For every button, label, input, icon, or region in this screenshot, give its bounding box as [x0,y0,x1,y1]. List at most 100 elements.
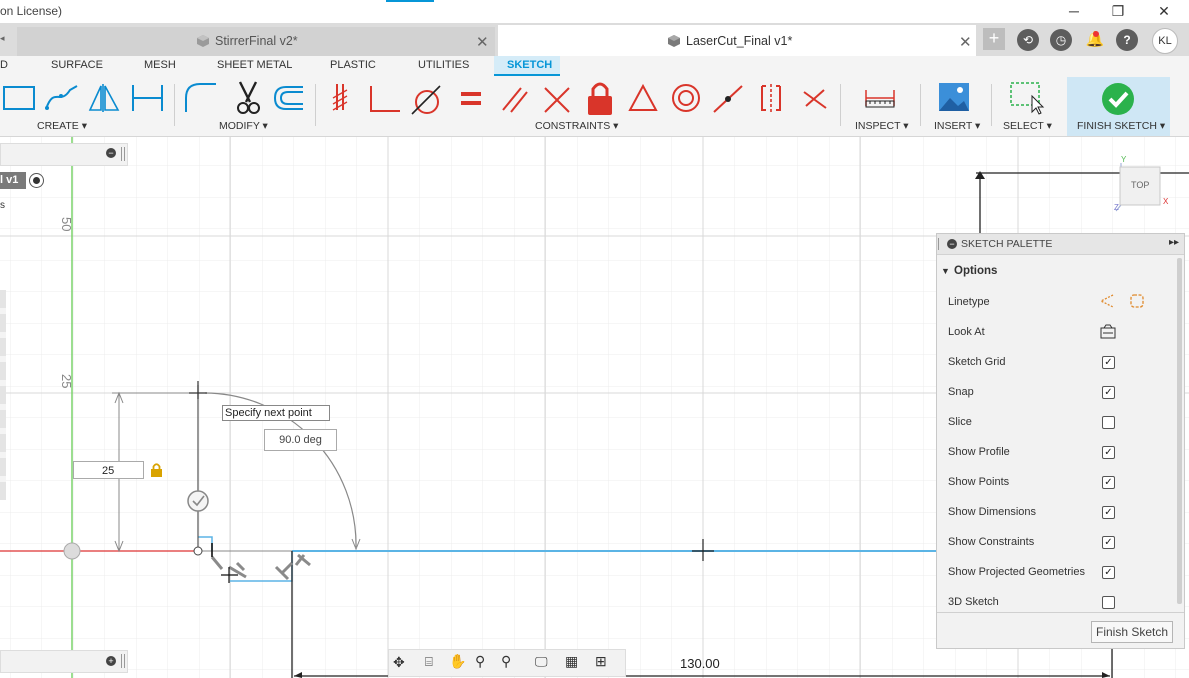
modify-menu[interactable]: MODIFY ▾ [219,120,268,132]
tab-stirrer[interactable]: StirrerFinal v2* ✕ [17,27,495,56]
show-profile-checkbox[interactable]: ✓ [1102,446,1115,459]
restore-button[interactable]: ❐ [1095,0,1141,23]
finish-sketch-menu[interactable]: FINISH SKETCH ▾ [1077,120,1165,132]
ruler-label-25: 25 [59,374,74,389]
select-window-icon[interactable] [1010,82,1045,115]
rectangle-icon[interactable] [3,86,35,110]
display-settings-icon[interactable]: 🖵 [535,654,548,670]
confirm-point-icon[interactable] [187,490,209,512]
option-slice: Slice [948,416,972,428]
tab-lasercut[interactable]: LaserCut_Final v1* ✕ [498,25,976,56]
create-menu[interactable]: CREATE ▾ [37,120,87,132]
help-icon[interactable]: ? [1116,29,1138,51]
browser-collapse-icon[interactable]: − [106,148,116,158]
mirror-icon[interactable] [88,84,120,112]
sketch-point[interactable] [193,546,203,556]
construction-linetype-icon[interactable] [1099,293,1115,309]
browser-resize-handle[interactable] [121,147,125,161]
comments-resize-handle[interactable] [121,654,125,668]
tab-lasercut-close-icon[interactable]: ✕ [959,35,972,51]
insert-image-icon[interactable] [939,83,969,111]
perpendicular-icon[interactable] [370,86,400,112]
insert-menu[interactable]: INSERT ▾ [934,120,980,132]
3d-sketch-checkbox[interactable] [1102,596,1115,609]
curvature-icon[interactable] [803,89,827,109]
tab-utilities[interactable]: UTILITIES [418,59,469,71]
angle-input[interactable]: 90.0 deg [264,429,337,451]
tab-stirrer-title: StirrerFinal v2* [197,27,298,56]
parallel-icon[interactable] [502,87,528,113]
user-avatar[interactable]: KL [1152,28,1178,54]
symmetry-icon[interactable] [761,84,781,114]
tab-stirrer-close-icon[interactable]: ✕ [476,35,489,51]
show-projected-geometries-checkbox[interactable]: ✓ [1102,566,1115,579]
viewports-icon[interactable]: ⊞ [595,653,607,670]
orbit-icon[interactable]: ✥ [393,654,405,671]
option-3d-sketch: 3D Sketch [948,596,999,608]
constraints-menu[interactable]: CONSTRAINTS ▾ [535,120,618,132]
fix-constraint-icon[interactable] [332,84,348,111]
sketch-grid-checkbox[interactable]: ✓ [1102,356,1115,369]
minimize-button[interactable]: ─ [1051,0,1097,23]
sketch-dimension-icon[interactable] [132,85,163,111]
concentric-icon[interactable] [672,84,700,112]
tab-sketch[interactable]: SKETCH [494,56,560,76]
zoom-icon[interactable]: ⚲ [475,653,485,670]
tab-plastic[interactable]: PLASTIC [330,59,376,71]
tab-scroll-left-icon[interactable]: ◂ [0,33,5,44]
viewcube-z-label: Z [1114,203,1119,212]
perpendicular-cross-icon[interactable] [544,87,570,113]
show-points-checkbox[interactable]: ✓ [1102,476,1115,489]
snap-checkbox[interactable]: ✓ [1102,386,1115,399]
length-input[interactable]: 25 [73,461,144,479]
look-at-icon[interactable]: ⌸ [425,654,433,670]
title-accent-bar [386,0,434,2]
fit-zoom-icon[interactable]: ⚲ [501,653,511,670]
fillet-icon[interactable] [185,83,216,112]
spline-icon[interactable] [45,85,78,110]
inspect-menu[interactable]: INSPECT ▾ [855,120,909,132]
close-window-button[interactable]: ✕ [1141,0,1187,23]
pan-hand-icon[interactable]: ✋ [449,653,466,670]
palette-collapse-icon[interactable]: − [947,239,957,249]
midpoint-triangle-icon[interactable] [628,83,658,111]
centerline-linetype-icon[interactable] [1129,293,1145,309]
palette-scrollbar[interactable] [1177,258,1182,604]
palette-expand-icon[interactable]: ▸▸ [1169,237,1179,248]
slice-checkbox[interactable] [1102,416,1115,429]
tab-mesh[interactable]: MESH [144,59,176,71]
trim-scissors-icon[interactable] [237,81,260,114]
origin-point[interactable] [63,542,81,560]
show-dimensions-checkbox[interactable]: ✓ [1102,506,1115,519]
component-icon [197,35,209,47]
measure-ruler-icon[interactable] [865,90,895,108]
palette-grip[interactable] [938,238,941,250]
lock-icon[interactable] [588,82,612,115]
browser-header: − [0,143,128,166]
look-at-camera-icon[interactable] [1100,324,1116,340]
coincident-icon[interactable] [713,85,743,113]
tangent-icon[interactable] [411,85,441,115]
select-menu[interactable]: SELECT ▾ [1003,120,1052,132]
extensions-icon[interactable]: ⟲ [1017,29,1039,51]
new-tab-button[interactable]: + [983,28,1005,50]
option-linetype: Linetype [948,296,990,308]
tab-solid[interactable]: D [0,59,8,71]
equal-constraint-icon[interactable] [461,92,481,105]
radio-active-icon[interactable] [29,173,44,188]
offset-icon[interactable] [273,86,303,110]
palette-title: SKETCH PALETTE [961,238,1053,250]
lock-dimension-icon[interactable] [150,463,163,477]
finish-sketch-button[interactable]: Finish Sketch [1091,621,1173,643]
comments-header: + [0,650,128,673]
grid-settings-icon[interactable]: ▦ [565,653,578,670]
show-constraints-checkbox[interactable]: ✓ [1102,536,1115,549]
job-status-icon[interactable]: ◷ [1050,29,1072,51]
tab-sheet-metal[interactable]: SHEET METAL [217,59,292,71]
browser-item-label[interactable]: l v1 [0,172,26,189]
options-collapse-icon[interactable]: ▼ [941,266,950,276]
tab-surface[interactable]: SURFACE [51,59,103,71]
comments-add-icon[interactable]: + [106,656,116,666]
finish-checkmark-icon [1102,83,1134,115]
viewcube-x-label: X [1163,197,1169,206]
